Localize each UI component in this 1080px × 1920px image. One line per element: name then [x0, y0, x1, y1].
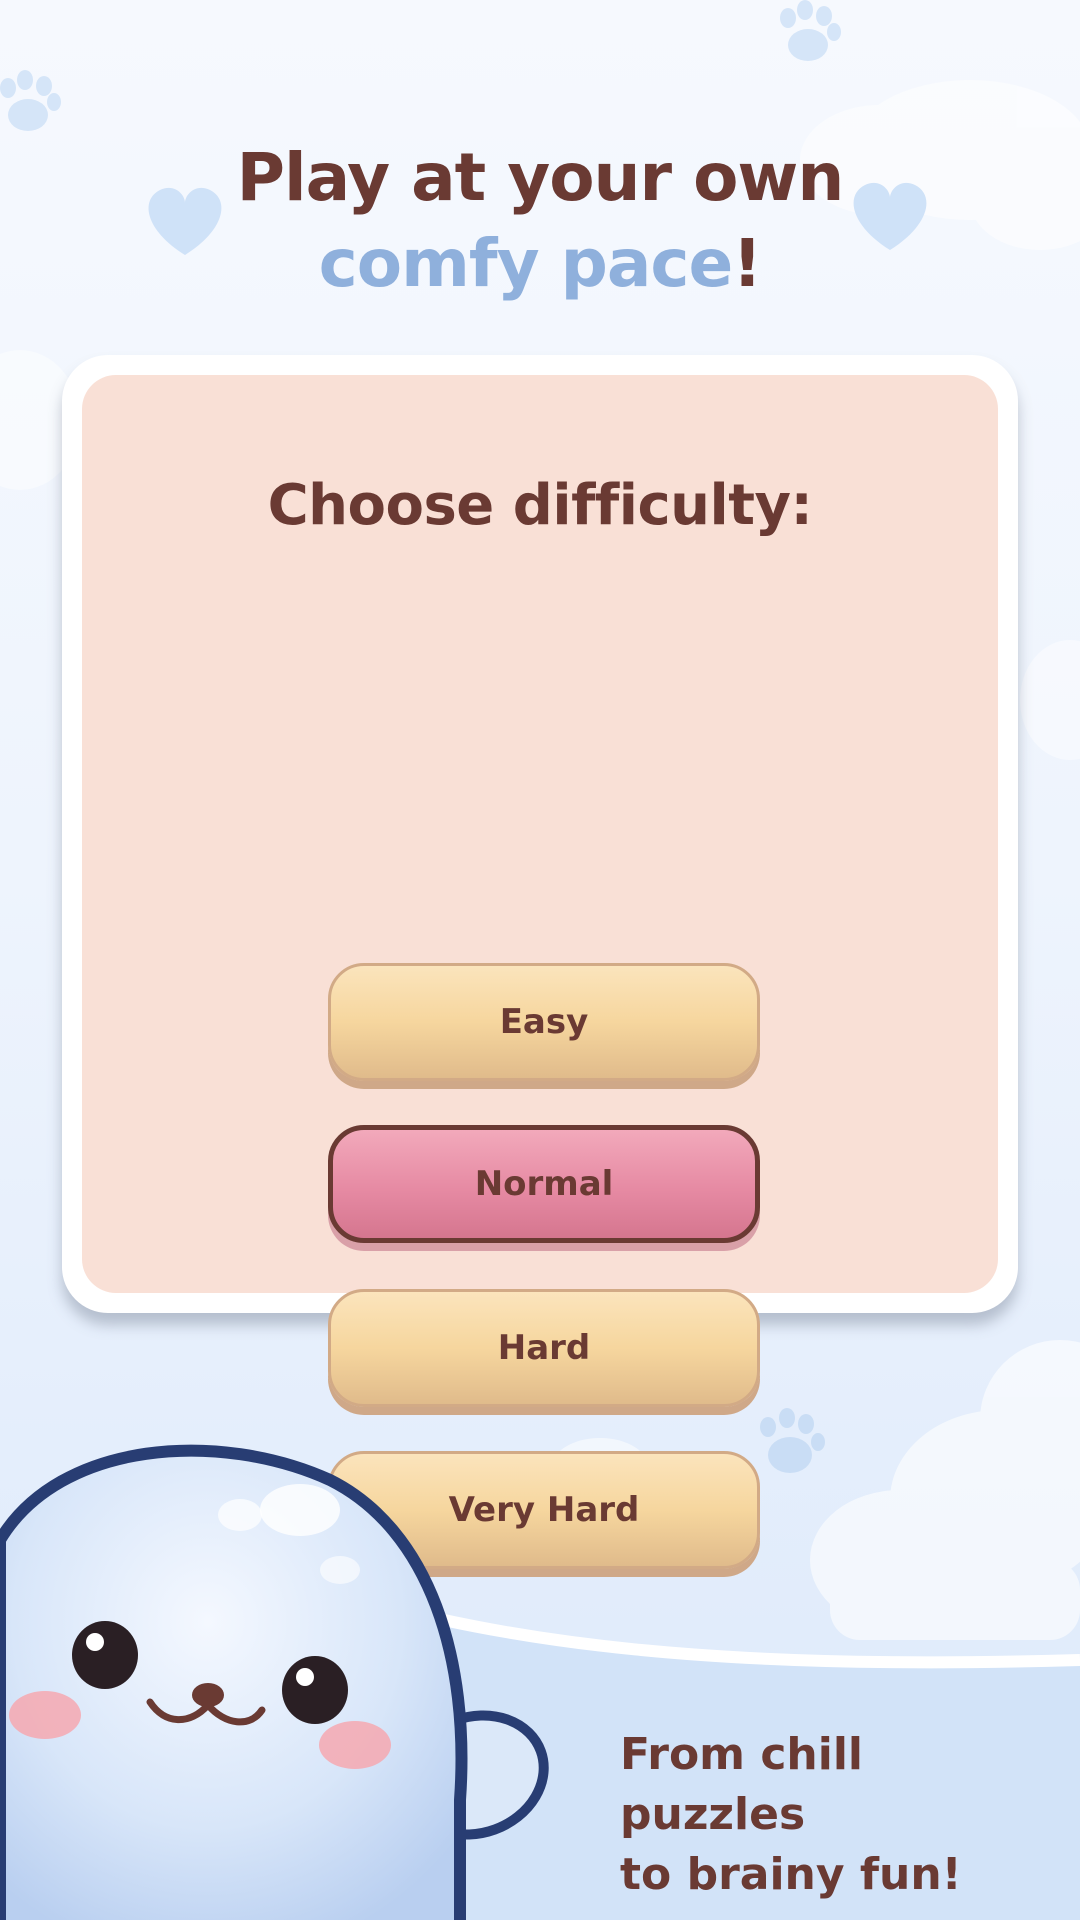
page-title: Play at your own comfy pace! — [0, 135, 1080, 307]
tagline: From chill puzzles to brainy fun! — [620, 1725, 1060, 1905]
seal-eye-left — [72, 1621, 138, 1689]
seal-mascot — [0, 1444, 549, 1920]
seal-eye-right — [282, 1656, 348, 1724]
tagline-line-2: to brainy fun! — [620, 1849, 962, 1900]
paw-icon — [0, 70, 61, 131]
difficulty-card-panel: Choose difficulty: Easy Normal Hard Very… — [82, 375, 998, 1569]
hard-button[interactable]: Hard — [328, 1289, 760, 1407]
paw-icon — [760, 1408, 825, 1473]
tagline-line-1: From chill puzzles — [620, 1729, 863, 1840]
title-suffix: ! — [732, 225, 762, 302]
difficulty-title: Choose difficulty: — [267, 473, 813, 538]
difficulty-card: Choose difficulty: Easy Normal Hard Very… — [62, 355, 1018, 1569]
title-line-1: Play at your own — [236, 139, 845, 216]
paw-icon — [780, 0, 841, 61]
title-line-2: comfy pace! — [0, 221, 1080, 307]
normal-button[interactable]: Normal — [328, 1125, 760, 1243]
easy-button[interactable]: Easy — [328, 963, 760, 1081]
title-accent: comfy pace — [318, 225, 734, 302]
